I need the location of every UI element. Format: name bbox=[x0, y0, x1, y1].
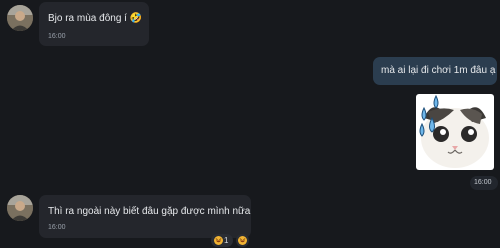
message-text: Thì ra ngoài này biết đâu gặp được mình … bbox=[48, 206, 251, 217]
sender-avatar[interactable] bbox=[7, 195, 33, 221]
incoming-message-bubble[interactable]: Thì ra ngoài này biết đâu gặp được mình … bbox=[39, 195, 251, 238]
sticker-time-badge: 16:00 bbox=[470, 176, 498, 190]
outgoing-message-bubble[interactable]: mà ai lại đi chơi 1m đâu ạ bbox=[373, 57, 497, 85]
laughing-emoji-icon bbox=[214, 236, 223, 245]
message-time: 16:00 bbox=[48, 224, 66, 231]
message-text: Bjo ra mùa đông í 🤣 bbox=[48, 13, 143, 24]
incoming-message-bubble[interactable]: Bjo ra mùa đông í 🤣 16:00 bbox=[39, 2, 149, 46]
reaction-chip[interactable] bbox=[236, 234, 249, 247]
message-text: mà ai lại đi chơi 1m đâu ạ bbox=[381, 65, 496, 76]
reaction-count: 1 bbox=[224, 236, 229, 245]
reaction-chip[interactable]: 1 bbox=[211, 234, 233, 247]
chat-thread: Bjo ra mùa đông í 🤣 16:00 mà ai lại đi c… bbox=[0, 0, 500, 248]
sender-avatar[interactable] bbox=[7, 5, 33, 31]
laughing-emoji-icon bbox=[238, 236, 247, 245]
message-time: 16:00 bbox=[48, 33, 66, 40]
message-time: 16:00 bbox=[474, 179, 492, 186]
crying-cat-sticker[interactable] bbox=[414, 92, 496, 172]
